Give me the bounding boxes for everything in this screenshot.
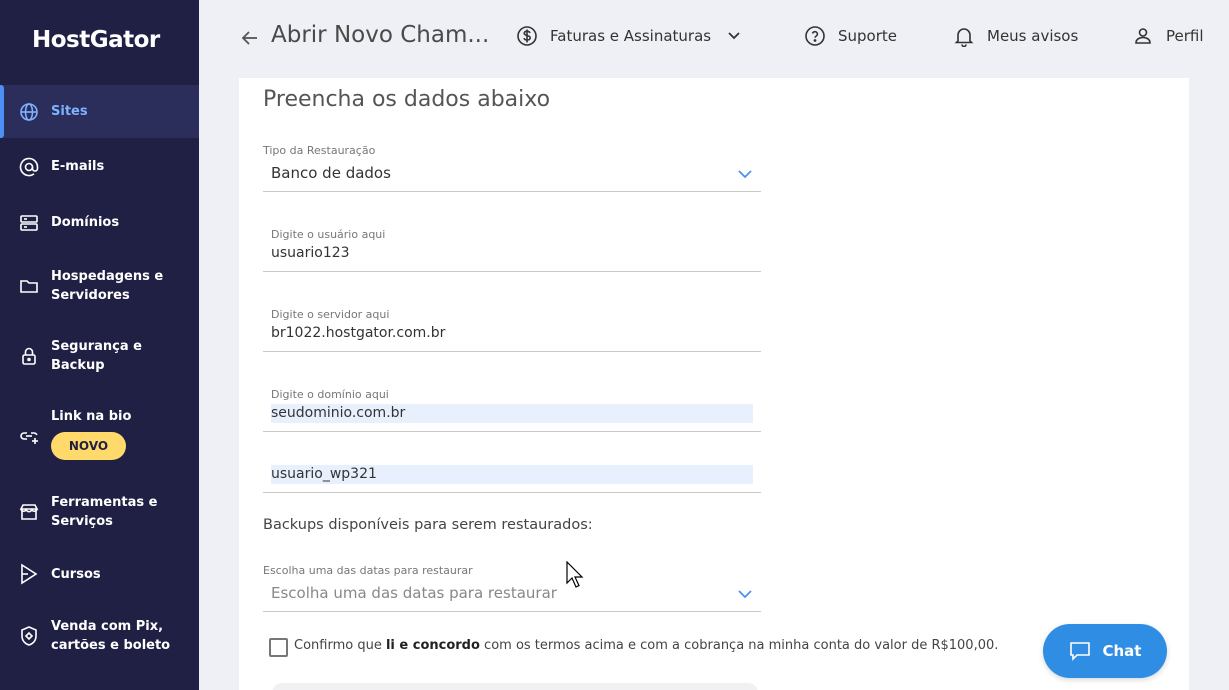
shield-pix-icon <box>19 626 39 646</box>
username-value: usuario123 <box>271 245 350 261</box>
confirm-text: Confirmo que li e concordo com os termos… <box>294 638 998 653</box>
bell-icon <box>954 28 974 47</box>
billing-menu[interactable]: Faturas e Assinaturas <box>516 25 741 47</box>
sidebar-item-domains[interactable]: Domínios <box>0 198 199 248</box>
sidebar-item-tools[interactable]: Ferramentas e Serviços <box>0 488 199 538</box>
store-icon <box>19 502 39 522</box>
chat-label: Chat <box>1102 642 1142 660</box>
mouse-cursor-icon <box>566 561 584 588</box>
billing-label: Faturas e Assinaturas <box>550 27 712 45</box>
chevron-down-icon <box>738 170 752 179</box>
sidebar-item-label: Cursos <box>51 567 101 582</box>
sidebar-item-label: Segurança e Backup <box>51 339 142 373</box>
sidebar-item-label: Domínios <box>51 215 120 230</box>
sidebar-item-hosting[interactable]: Hospedagens e Servidores <box>0 262 199 312</box>
sidebar-item-label: E-mails <box>51 159 105 174</box>
sidebar-item-label: Venda com Pix, cartões e boleto <box>51 619 171 653</box>
lock-icon <box>19 346 39 366</box>
hostgator-logo[interactable]: HostGator <box>32 27 160 53</box>
notices-link[interactable]: Meus avisos <box>953 25 1078 47</box>
profile-link[interactable]: Perfil <box>1132 25 1204 47</box>
backup-date-placeholder: Escolha uma das datas para restaurar <box>271 584 557 602</box>
confirm-checkbox[interactable] <box>269 638 288 657</box>
server-icon <box>19 213 39 233</box>
restore-type-value: Banco de dados <box>271 164 391 182</box>
confirm-text-pre: Confirmo que <box>294 638 386 653</box>
chevron-down-icon <box>728 32 740 40</box>
globe-icon <box>19 102 39 122</box>
link-icon <box>19 426 39 446</box>
server-field[interactable]: Digite o servidor aqui br1022.hostgator.… <box>263 302 761 352</box>
backups-section-label: Backups disponíveis para serem restaurad… <box>263 517 593 533</box>
domain-value: seudominio.com.br <box>271 404 753 423</box>
support-link[interactable]: Suporte <box>804 25 897 47</box>
server-label: Digite o servidor aqui <box>271 308 390 321</box>
help-circle-icon <box>805 26 825 46</box>
chat-bubble-icon <box>1069 642 1090 661</box>
sidebar-item-sites[interactable]: Sites <box>0 85 199 138</box>
domain-field[interactable]: Digite o domínio aqui seudominio.com.br <box>263 382 761 432</box>
sidebar-item-courses[interactable]: Cursos <box>0 550 199 600</box>
db-user-field[interactable]: usuario_wp321 <box>263 462 761 493</box>
sidebar-item-label: Ferramentas e Serviços <box>51 495 158 529</box>
support-label: Suporte <box>838 27 898 45</box>
username-field[interactable]: Digite o usuário aqui usuario123 <box>263 222 761 272</box>
folder-icon <box>19 276 39 296</box>
server-value: br1022.hostgator.com.br <box>271 325 446 341</box>
domain-label: Digite o domínio aqui <box>271 388 389 401</box>
top-header: Abrir Novo Cham... Faturas e Assinaturas… <box>199 0 1229 75</box>
sidebar-item-emails[interactable]: E-mails <box>0 142 199 192</box>
username-label: Digite o usuário aqui <box>271 228 386 241</box>
sidebar-item-label: Link na bio <box>51 409 132 424</box>
at-icon <box>19 157 39 177</box>
confirm-text-post: com os termos acima e com a cobrança na … <box>479 638 999 653</box>
play-icon <box>19 563 39 585</box>
page-title: Abrir Novo Cham... <box>271 22 490 48</box>
sidebar-item-label: Sites <box>51 104 88 119</box>
restore-type-label: Tipo da Restauração <box>263 144 376 157</box>
backup-date-select[interactable]: Escolha uma das datas para restaurar Esc… <box>263 562 761 612</box>
submit-button[interactable] <box>272 683 758 690</box>
sidebar-item-security[interactable]: Segurança e Backup <box>0 332 199 382</box>
sidebar-item-pix[interactable]: Venda com Pix, cartões e boleto <box>0 612 199 662</box>
confirm-text-bold: li e concordo <box>385 638 480 653</box>
notices-label: Meus avisos <box>987 27 1079 45</box>
sidebar-item-label: Hospedagens e Servidores <box>51 269 164 303</box>
chevron-down-icon <box>738 590 752 599</box>
chat-button[interactable]: Chat <box>1043 624 1167 678</box>
back-arrow-icon[interactable] <box>239 27 261 49</box>
form-card: Preencha os dados abaixo Tipo da Restaur… <box>239 78 1189 690</box>
form-title: Preencha os dados abaixo <box>263 87 551 112</box>
restore-type-select[interactable]: Tipo da Restauração Banco de dados <box>263 142 761 192</box>
db-user-value: usuario_wp321 <box>271 465 753 484</box>
new-badge: NOVO <box>51 432 126 460</box>
profile-label: Perfil <box>1166 27 1204 45</box>
user-icon <box>1135 28 1151 44</box>
dollar-circle-icon <box>517 26 537 46</box>
backup-date-label: Escolha uma das datas para restaurar <box>263 564 473 577</box>
sidebar: HostGator Sites E-mails Domínios Hospeda… <box>0 0 199 690</box>
